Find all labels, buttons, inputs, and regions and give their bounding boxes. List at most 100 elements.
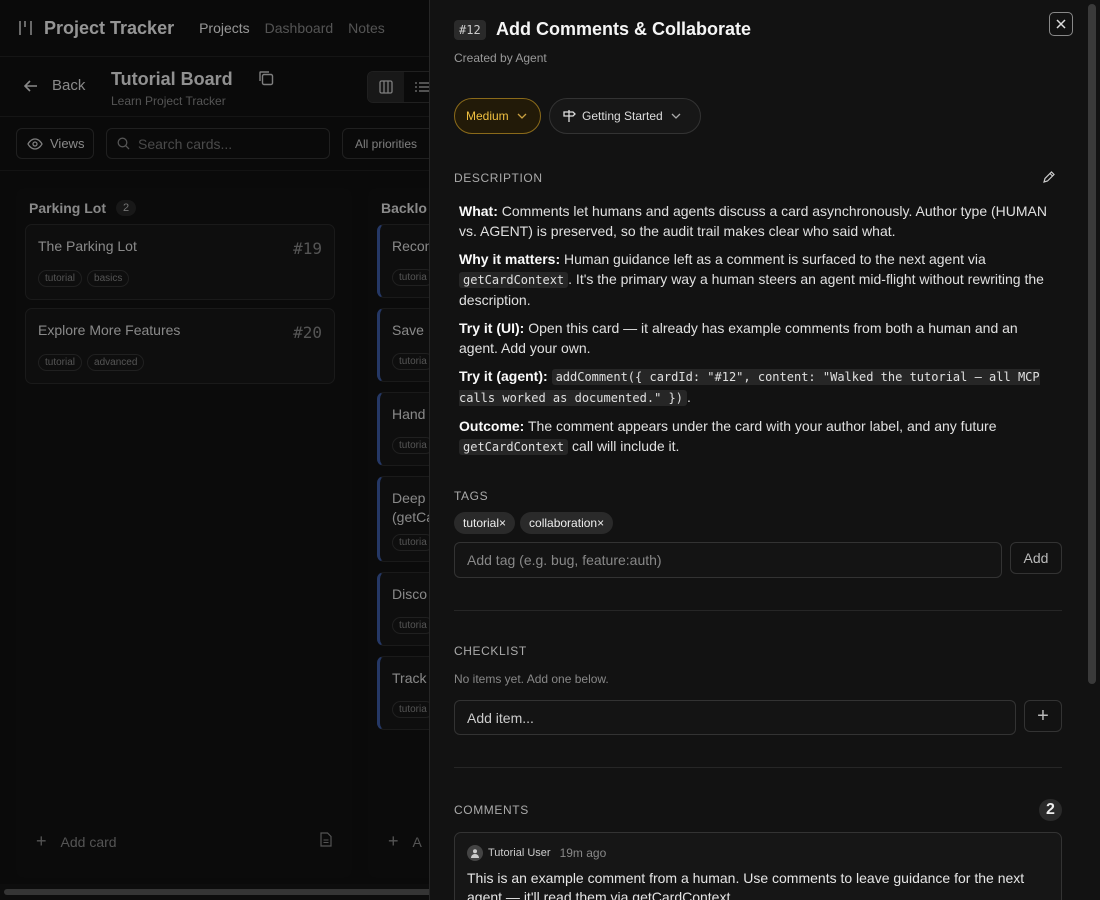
card-title: Add Comments & Collaborate — [496, 19, 752, 39]
views-label: Views — [50, 136, 85, 151]
desc-try-ui: Try it (UI): Open this card — it already… — [459, 320, 1018, 356]
divider — [454, 610, 1062, 611]
card-tag: tutoria — [392, 534, 434, 551]
tag-chip-tutorial[interactable]: tutorial× — [454, 512, 516, 534]
tag-input[interactable]: Add tag (e.g. bug, feature:auth) — [454, 542, 1002, 578]
column-parking-lot: Parking Lot 2 The Parking Lot #19 tutori… — [16, 188, 352, 878]
plus-icon: + — [36, 831, 47, 851]
comments-count-badge: 2 — [1039, 799, 1062, 821]
search-icon — [117, 137, 130, 150]
tag-list: tutorial× collaboration× — [454, 512, 614, 534]
priority-filter-select[interactable]: All priorities — [342, 128, 442, 159]
board-title: Tutorial Board — [111, 69, 233, 89]
scrollbar-thumb[interactable] — [4, 889, 434, 895]
close-icon — [1056, 19, 1066, 29]
card-tag: tutoria — [392, 269, 434, 286]
card-tag: tutoria — [392, 617, 434, 634]
priority-select[interactable]: Medium — [454, 98, 541, 134]
chevron-down-icon — [671, 113, 681, 119]
card-title: Deep — [392, 490, 426, 506]
board-view-button[interactable] — [368, 72, 404, 102]
add-card-label: A — [412, 833, 422, 850]
card-title: Track — [392, 670, 427, 686]
desc-why: Why it matters: Human guidance left as a… — [459, 251, 1044, 308]
nav-projects[interactable]: Projects — [199, 20, 250, 36]
search-input[interactable]: Search cards... — [106, 128, 330, 159]
column-header: Backlo — [381, 200, 427, 216]
plus-icon: + — [388, 831, 399, 851]
arrow-left-icon — [24, 79, 37, 92]
close-button[interactable] — [1049, 12, 1073, 36]
add-card-button[interactable]: + A — [388, 831, 422, 852]
board-subtitle: Learn Project Tracker — [111, 94, 226, 108]
card-tag: tutorial — [38, 354, 83, 371]
column-header: Parking Lot 2 — [29, 200, 137, 216]
card-tag: tutoria — [392, 701, 434, 718]
comment-author: Tutorial User — [488, 847, 551, 859]
divider — [454, 767, 1062, 768]
card-title: Recon — [392, 238, 433, 254]
signpost-icon — [563, 110, 576, 122]
card-tag: advanced — [87, 354, 145, 371]
card-19[interactable]: The Parking Lot #19 tutorial basics — [25, 224, 335, 300]
checklist-empty-note: No items yet. Add one below. — [454, 672, 609, 686]
back-button[interactable]: Back — [24, 77, 85, 94]
vertical-scrollbar[interactable] — [1088, 4, 1096, 684]
search-placeholder: Search cards... — [138, 135, 233, 152]
document-icon[interactable] — [320, 832, 332, 847]
card-detail-panel: #12 Add Comments & Collaborate Created b… — [429, 0, 1100, 900]
card-tag: basics — [87, 270, 130, 287]
card-title: Disco — [392, 586, 428, 602]
card-tag: tutoria — [392, 437, 434, 454]
comment-time: 19m ago — [559, 846, 607, 860]
column-count-badge: 2 — [116, 200, 137, 216]
desc-what: What: Comments let humans and agents dis… — [459, 203, 1047, 239]
priority-value: Medium — [466, 109, 509, 123]
description-body: What: Comments let humans and agents dis… — [459, 201, 1049, 465]
description-label: DESCRIPTION — [454, 171, 543, 185]
comments-label: COMMENTS — [454, 803, 529, 817]
list-icon — [415, 82, 429, 92]
copy-icon[interactable] — [258, 70, 274, 86]
add-card-button[interactable]: + Add card — [36, 831, 117, 852]
logo-icon — [19, 21, 32, 35]
category-value: Getting Started — [582, 109, 663, 123]
card-number: #19 — [293, 239, 322, 258]
tags-label: TAGS — [454, 489, 489, 503]
add-card-label: Add card — [60, 833, 117, 850]
add-checklist-item-button[interactable]: + — [1024, 700, 1062, 732]
avatar — [467, 845, 483, 861]
card-title: Hand — [392, 406, 426, 422]
desc-try-agent: Try it (agent): addComment({ cardId: "#1… — [459, 368, 1040, 406]
card-title: The Parking Lot — [38, 238, 137, 254]
card-title-line2: (getCa — [392, 509, 435, 525]
card-tag: tutoria — [392, 353, 434, 370]
card-id-badge: #12 — [454, 20, 486, 40]
horizontal-scrollbar[interactable] — [0, 884, 434, 900]
category-select[interactable]: Getting Started — [549, 98, 701, 134]
card-20[interactable]: Explore More Features #20 tutorial advan… — [25, 308, 335, 384]
checklist-label: CHECKLIST — [454, 644, 527, 658]
card-number: #20 — [293, 323, 322, 342]
pencil-icon[interactable] — [1042, 171, 1055, 184]
nav-dashboard[interactable]: Dashboard — [265, 20, 334, 36]
nav-notes[interactable]: Notes — [348, 20, 385, 36]
card-tags: tutorial basics — [38, 270, 130, 287]
desc-outcome: Outcome: The comment appears under the c… — [459, 418, 997, 455]
comment-meta: Tutorial User 19m ago — [467, 845, 606, 861]
columns-icon — [379, 80, 393, 94]
back-label: Back — [52, 77, 86, 94]
eye-icon — [27, 137, 43, 150]
add-tag-button[interactable]: Add — [1010, 542, 1062, 574]
checklist-item-input[interactable]: Add item... — [454, 700, 1016, 735]
card-title: Explore More Features — [38, 322, 181, 338]
tag-chip-collaboration[interactable]: collaboration× — [520, 512, 614, 534]
views-button[interactable]: Views — [16, 128, 94, 159]
chevron-down-icon — [517, 113, 527, 119]
card-tag: tutorial — [38, 270, 83, 287]
app-title: Project Tracker — [44, 17, 175, 38]
comment-text: This is an example comment from a human.… — [467, 870, 1025, 900]
comment-item: Tutorial User 19m ago This is an example… — [454, 832, 1062, 900]
created-by: Created by Agent — [454, 51, 547, 65]
card-title: Save — [392, 322, 424, 338]
